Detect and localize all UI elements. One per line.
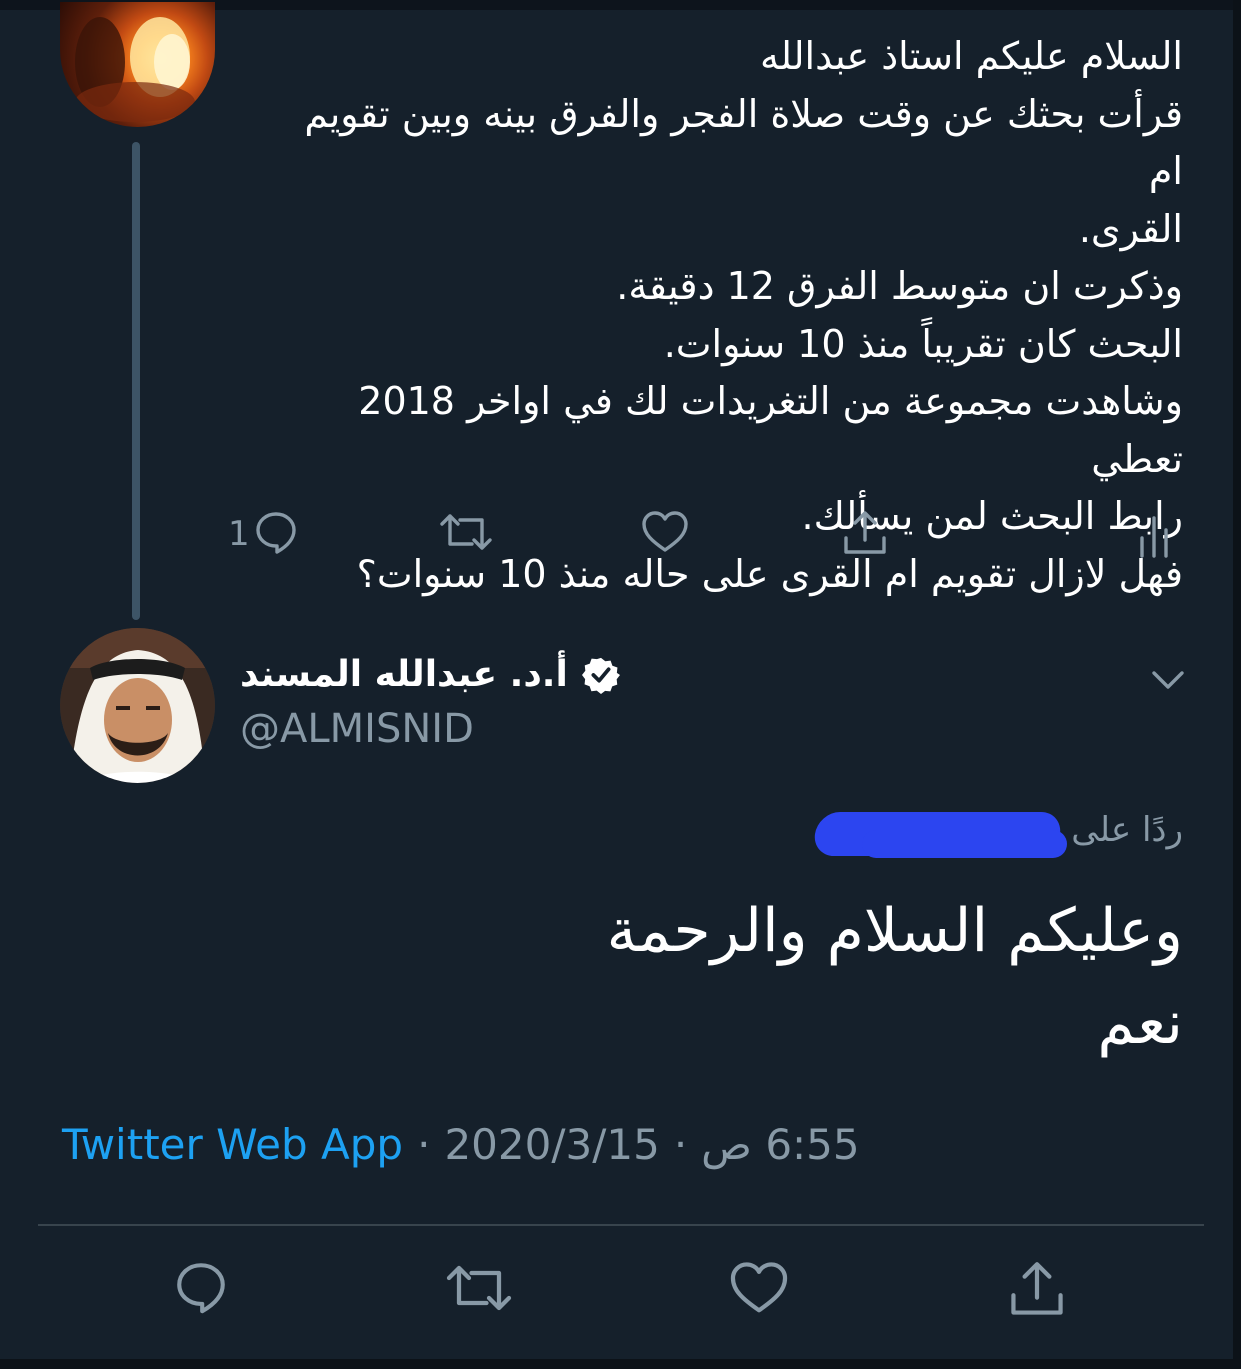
share-button[interactable] <box>1006 1258 1068 1324</box>
tweet-time: 6:55 ص <box>701 1120 860 1169</box>
main-line: نعم <box>1097 988 1183 1058</box>
separator: · <box>417 1120 431 1169</box>
chevron-down-icon[interactable] <box>1150 668 1186 696</box>
reply-count: 1 <box>228 514 250 554</box>
parent-line: وذكرت ان متوسط الفرق 12 دقيقة. <box>616 264 1183 308</box>
separator: · <box>673 1120 688 1169</box>
parent-line: البحث كان تقريباً منذ 10 سنوات. <box>663 321 1183 366</box>
like-button[interactable] <box>728 1258 790 1322</box>
like-icon <box>640 508 690 560</box>
like-icon <box>728 1258 790 1322</box>
retweet-icon <box>438 508 494 560</box>
retweet-button[interactable] <box>444 1258 514 1322</box>
parent-analytics-button[interactable] <box>1136 508 1176 562</box>
parent-line: قرأت بحثك عن وقت صلاة الفجر والفرق بينه … <box>292 91 1183 194</box>
share-icon <box>1006 1258 1068 1324</box>
reply-icon <box>252 508 300 560</box>
redaction-mark <box>862 830 1067 858</box>
right-edge <box>1233 0 1241 1369</box>
source-link[interactable]: Twitter Web App <box>62 1120 403 1169</box>
tweet-meta: Twitter Web App · 2020/3/15 · 6:55 ص <box>62 1120 860 1169</box>
main-action-bar <box>0 1258 1241 1328</box>
main-tweet-text: وعليكم السلام والرحمة نعم <box>283 885 1183 1069</box>
main-line: وعليكم السلام والرحمة <box>606 896 1183 966</box>
bottom-edge <box>0 1359 1241 1369</box>
parent-like-button[interactable] <box>640 508 690 560</box>
parent-line: القرى. <box>1078 206 1183 251</box>
analytics-icon <box>1136 508 1176 562</box>
retweet-icon <box>444 1258 514 1322</box>
parent-reply-button[interactable]: 1 <box>228 508 300 560</box>
parent-retweet-button[interactable] <box>438 508 494 560</box>
divider <box>38 1224 1204 1226</box>
display-name[interactable]: أ.د. عبدالله المسند <box>240 654 568 695</box>
share-icon <box>840 508 890 562</box>
parent-avatar[interactable] <box>60 2 215 127</box>
parent-action-bar: 1 <box>0 508 1241 568</box>
reply-button[interactable] <box>172 1258 230 1320</box>
parent-share-button[interactable] <box>840 508 890 562</box>
parent-line: وشاهدت مجموعة من التغريدات لك في اواخر 2… <box>346 379 1183 481</box>
reply-icon <box>172 1258 230 1320</box>
verified-badge-icon <box>581 656 620 694</box>
tweet-date: 2020/3/15 <box>444 1120 660 1169</box>
author-avatar[interactable] <box>60 628 215 783</box>
user-handle[interactable]: @ALMISNID <box>240 706 474 752</box>
replying-to-label: ردًا على <box>1071 810 1183 850</box>
author-name-row[interactable]: أ.د. عبدالله المسند <box>240 654 620 695</box>
parent-line: السلام عليكم استاذ عبدالله <box>759 34 1183 78</box>
